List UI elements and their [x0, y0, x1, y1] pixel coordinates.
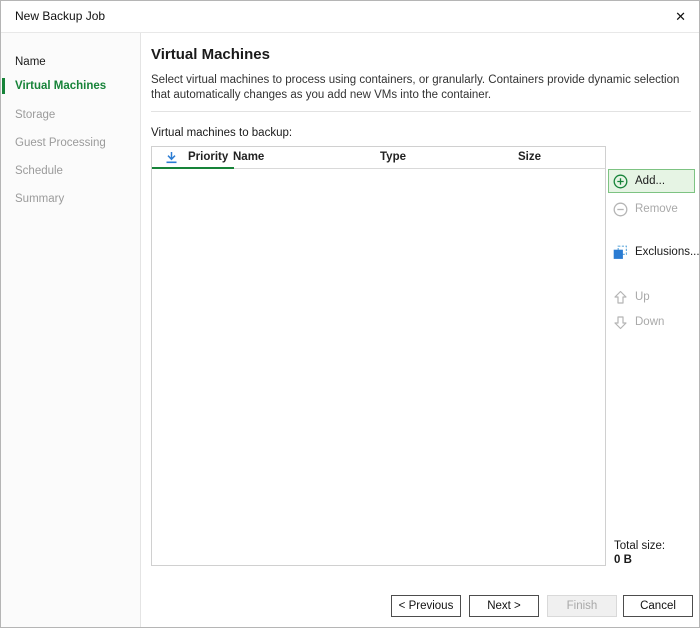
- priority-sort-icon[interactable]: [165, 151, 178, 164]
- page-title: Virtual Machines: [151, 46, 270, 63]
- wizard-steps-sidebar: Name Virtual Machines Storage Guest Proc…: [1, 33, 141, 627]
- sidebar-item-summary: Summary: [1, 189, 140, 209]
- sidebar-item-schedule: Schedule: [1, 161, 140, 181]
- sidebar-item-name[interactable]: Name: [1, 52, 140, 72]
- section-divider: [151, 111, 691, 112]
- column-header-size[interactable]: Size: [518, 147, 541, 168]
- main-panel: Virtual Machines Select virtual machines…: [141, 33, 699, 627]
- circle-plus-icon: [613, 174, 628, 189]
- dialog-body: Name Virtual Machines Storage Guest Proc…: [1, 33, 699, 627]
- sidebar-item-guest-processing: Guest Processing: [1, 133, 140, 153]
- close-icon[interactable]: ✕: [675, 1, 686, 32]
- arrow-down-icon: [613, 315, 628, 330]
- total-size-label: Total size:: [614, 539, 665, 553]
- column-header-name[interactable]: Name: [233, 147, 264, 168]
- page-description: Select virtual machines to process using…: [151, 73, 691, 103]
- vm-table-empty-body[interactable]: [152, 169, 605, 565]
- sidebar-item-virtual-machines[interactable]: Virtual Machines: [1, 76, 140, 96]
- finish-button: Finish: [547, 595, 617, 617]
- down-button: Down: [608, 311, 695, 333]
- vm-table-header: Priority Name Type Size: [152, 147, 605, 169]
- previous-button[interactable]: < Previous: [391, 595, 461, 617]
- arrow-up-icon: [613, 290, 628, 305]
- exclusions-button[interactable]: Exclusions...: [608, 241, 695, 263]
- remove-button-label: Remove: [635, 203, 678, 215]
- add-button[interactable]: Add...: [608, 169, 695, 193]
- exclusions-squares-icon: [613, 245, 628, 260]
- cancel-button[interactable]: Cancel: [623, 595, 693, 617]
- next-button[interactable]: Next >: [469, 595, 539, 617]
- remove-button: Remove: [608, 198, 695, 220]
- column-header-type[interactable]: Type: [380, 147, 406, 168]
- total-size: Total size: 0 B: [614, 539, 665, 567]
- new-backup-job-dialog: New Backup Job ✕ Name Virtual Machines S…: [0, 0, 700, 628]
- circle-minus-icon: [613, 202, 628, 217]
- down-button-label: Down: [635, 316, 664, 328]
- window-title: New Backup Job: [15, 1, 105, 32]
- exclusions-button-label: Exclusions...: [635, 246, 700, 258]
- up-button: Up: [608, 286, 695, 308]
- total-size-value: 0 B: [614, 553, 665, 567]
- vm-list-label: Virtual machines to backup:: [151, 127, 292, 139]
- title-bar: New Backup Job ✕: [1, 1, 699, 33]
- vm-table: Priority Name Type Size: [151, 146, 606, 566]
- sidebar-item-storage: Storage: [1, 105, 140, 125]
- column-header-priority[interactable]: Priority: [188, 147, 228, 168]
- add-button-label: Add...: [635, 175, 665, 187]
- up-button-label: Up: [635, 291, 650, 303]
